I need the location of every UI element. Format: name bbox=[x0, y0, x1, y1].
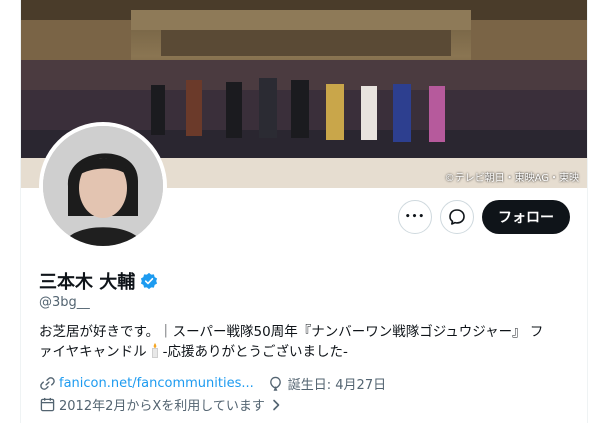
candle-emoji-icon bbox=[151, 343, 158, 358]
banner-credit: ©テレビ朝日・東映AG・東映 bbox=[444, 173, 579, 184]
calendar-icon bbox=[39, 397, 55, 413]
more-button[interactable]: ••• bbox=[398, 200, 432, 234]
profile-frame: ©テレビ朝日・東映AG・東映 ••• フォロー 三本木 大輔 @3bg__ お芝… bbox=[20, 0, 588, 423]
birthday-icon bbox=[268, 376, 284, 392]
message-icon bbox=[449, 209, 465, 225]
bio: お芝居が好きです。｜スーパー戦隊50周年『ナンバーワン戦隊ゴジュウジャー』 フ … bbox=[39, 322, 569, 362]
follow-button[interactable]: フォロー bbox=[482, 200, 570, 234]
joined-date: 2012年2月からXを利用しています bbox=[59, 399, 265, 414]
display-name: 三本木 大輔 bbox=[39, 272, 136, 293]
link-icon bbox=[39, 376, 55, 392]
bio-text: ァイヤキャンドル bbox=[39, 344, 147, 360]
name-row: 三本木 大輔 bbox=[39, 268, 158, 294]
avatar-photo bbox=[43, 126, 163, 246]
joined-row[interactable]: 2012年2月からXを利用しています bbox=[39, 395, 283, 414]
chevron-right-icon bbox=[273, 399, 280, 410]
message-button[interactable] bbox=[440, 200, 474, 234]
bio-line: お芝居が好きです。｜スーパー戦隊50周年『ナンバーワン戦隊ゴジュウジャー』 フ bbox=[39, 324, 544, 340]
more-icon: ••• bbox=[404, 212, 426, 222]
bio-text: -応援ありがとうございました- bbox=[162, 344, 348, 360]
profile-link[interactable]: fanicon.net/fancommunities... bbox=[59, 376, 254, 391]
user-handle: @3bg__ bbox=[39, 295, 90, 310]
verified-badge-icon[interactable] bbox=[140, 272, 158, 290]
birthday: 誕生日: 4月27日 bbox=[287, 378, 387, 393]
avatar[interactable] bbox=[39, 122, 167, 250]
profile-meta: fanicon.net/fancommunities... 誕生日: 4月27日 bbox=[39, 374, 386, 393]
bio-line: ァイヤキャンドル -応援ありがとうございました- bbox=[39, 342, 569, 362]
